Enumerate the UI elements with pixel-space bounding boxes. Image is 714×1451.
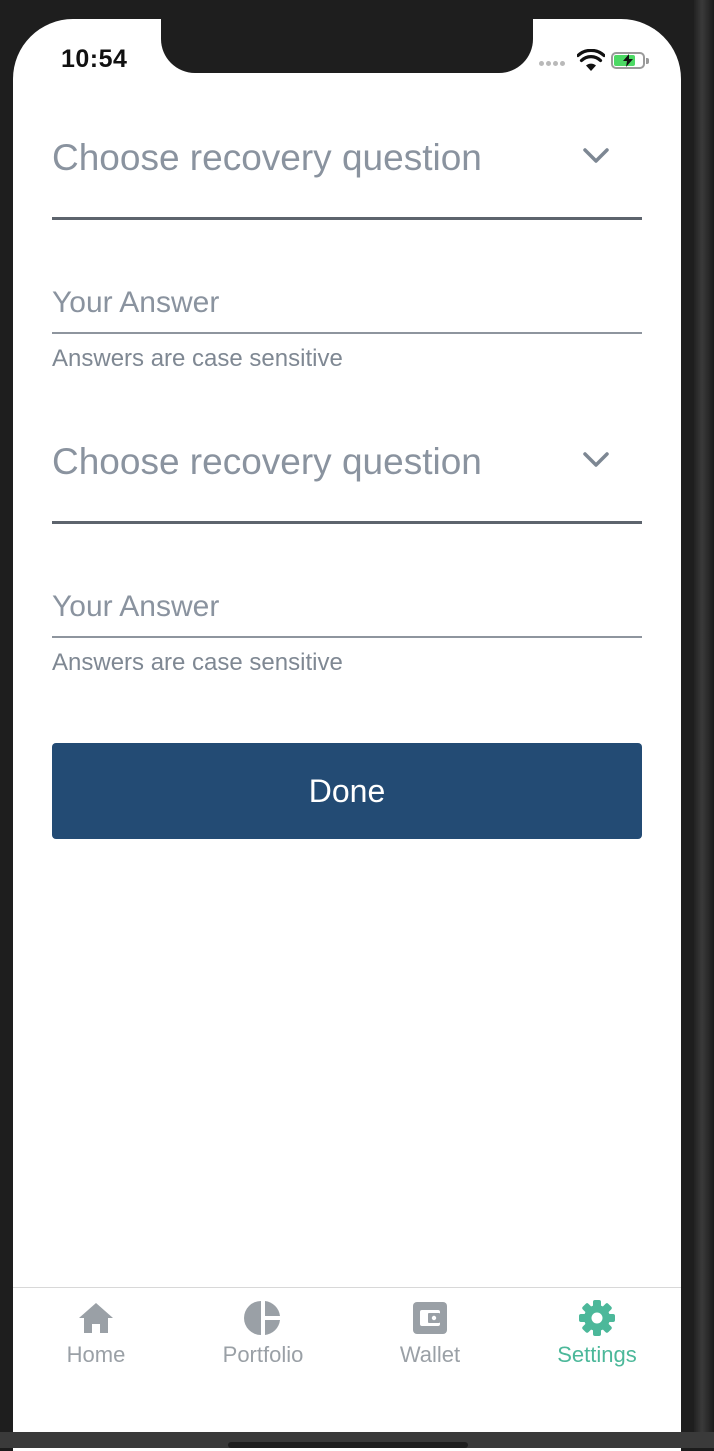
app-screen: 10:54 Choose recovery question Answers a… [13,19,681,1451]
answer-field-1: Answers are case sensitive [52,281,642,379]
case-sensitive-hint: Answers are case sensitive [52,649,343,676]
tab-home[interactable]: Home [26,1298,166,1378]
tab-bar: Home Portfolio Wallet Settings [13,1287,681,1438]
recovery-question-select-1[interactable]: Choose recovery question [52,137,642,223]
home-icon [79,1303,113,1333]
signal-icon [539,61,569,67]
tab-label: Settings [557,1342,637,1367]
case-sensitive-hint: Answers are case sensitive [52,345,343,372]
select-underline [52,217,642,220]
tab-portfolio[interactable]: Portfolio [193,1298,333,1378]
answer-input-2[interactable] [52,585,642,629]
input-underline [52,636,642,638]
device-notch [161,19,533,73]
battery-icon [611,52,645,69]
chevron-down-icon [583,452,609,467]
select-underline [52,521,642,524]
done-button[interactable]: Done [52,743,642,839]
tab-settings[interactable]: Settings [527,1298,667,1378]
device-edge [694,0,714,1448]
battery-tip [646,58,649,64]
pie-chart-icon [244,1301,280,1335]
tab-label: Portfolio [222,1342,304,1367]
gear-icon [579,1300,615,1336]
recovery-question-select-2[interactable]: Choose recovery question [52,441,642,527]
recovery-question-label: Choose recovery question [52,137,482,178]
chevron-down-icon [583,148,609,163]
tab-wallet[interactable]: Wallet [360,1298,500,1378]
answer-input-1[interactable] [52,281,642,325]
input-underline [52,332,642,334]
tab-label: Home [66,1342,126,1367]
tab-label: Wallet [399,1342,461,1367]
wallet-icon [413,1302,447,1334]
home-indicator[interactable] [228,1442,468,1448]
status-time: 10:54 [61,45,128,73]
answer-field-2: Answers are case sensitive [52,585,642,683]
wifi-icon [577,49,605,71]
recovery-question-label: Choose recovery question [52,441,482,482]
